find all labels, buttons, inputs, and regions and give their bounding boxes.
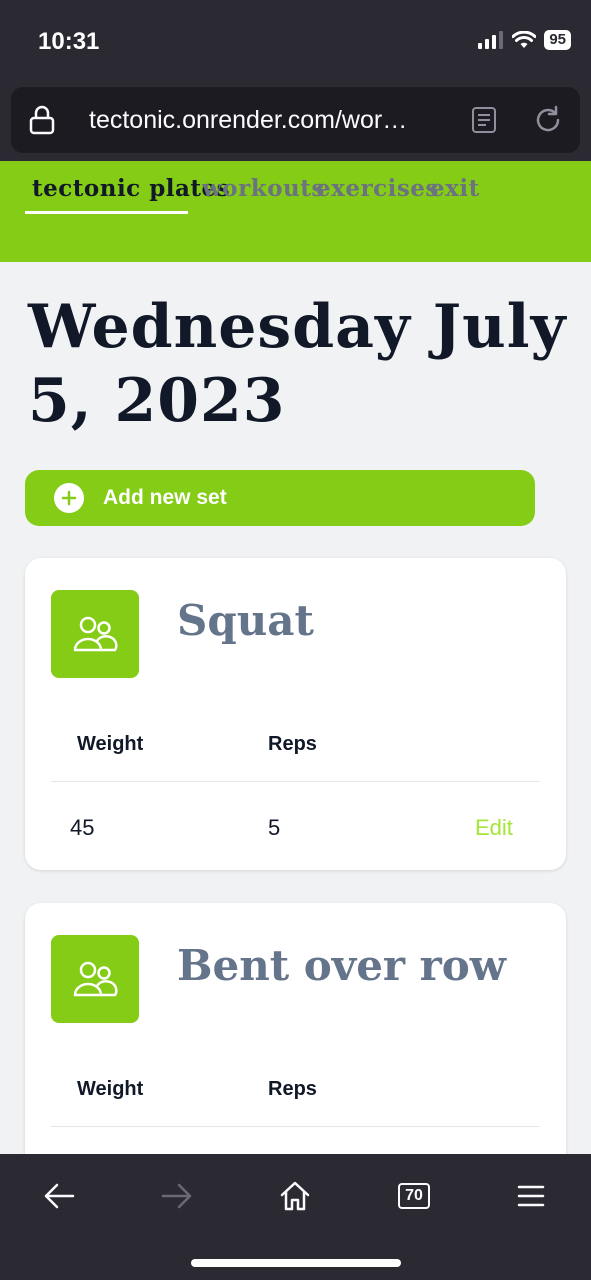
table-divider bbox=[51, 1126, 540, 1127]
site-nav: tectonic plates workouts exercises exit bbox=[0, 161, 591, 262]
active-nav-underline bbox=[25, 211, 188, 214]
exercise-card: Squat Weight Reps 45 5 Edit bbox=[25, 558, 566, 870]
table-divider bbox=[51, 781, 540, 782]
users-icon bbox=[51, 590, 139, 678]
reader-mode-icon[interactable] bbox=[471, 106, 497, 134]
set-reps: 5 bbox=[268, 815, 281, 840]
home-icon bbox=[280, 1181, 310, 1211]
signal-icon bbox=[478, 31, 504, 49]
nav-link-workouts[interactable]: workouts bbox=[202, 175, 325, 202]
plus-circle-icon bbox=[54, 483, 84, 513]
page-title: Wednesday July 5, 2023 bbox=[28, 292, 567, 436]
status-time: 10:31 bbox=[38, 28, 100, 55]
tabs-button[interactable]: 70 bbox=[392, 1174, 436, 1218]
home-indicator bbox=[191, 1259, 401, 1267]
url-bar[interactable]: tectonic.onrender.com/wor… bbox=[11, 87, 580, 153]
back-icon bbox=[44, 1183, 75, 1209]
forward-icon bbox=[161, 1183, 192, 1209]
set-weight: 45 bbox=[70, 815, 95, 840]
add-new-set-button[interactable]: Add new set bbox=[25, 470, 535, 526]
battery-indicator: 95 bbox=[544, 30, 571, 50]
column-header-weight: Weight bbox=[77, 1078, 144, 1100]
home-button[interactable] bbox=[273, 1174, 317, 1218]
menu-icon bbox=[517, 1185, 545, 1207]
status-icons: 95 bbox=[478, 30, 571, 50]
column-header-reps: Reps bbox=[268, 1078, 317, 1100]
column-header-reps: Reps bbox=[268, 733, 317, 755]
lock-icon[interactable] bbox=[29, 105, 55, 135]
edit-set-link[interactable]: Edit bbox=[475, 815, 513, 841]
back-button[interactable] bbox=[37, 1174, 81, 1218]
tabs-icon: 70 bbox=[398, 1183, 430, 1209]
add-new-set-label: Add new set bbox=[103, 486, 227, 509]
url-text[interactable]: tectonic.onrender.com/wor… bbox=[89, 106, 407, 135]
exercise-name: Squat bbox=[177, 596, 314, 645]
wifi-icon bbox=[512, 31, 537, 48]
menu-button[interactable] bbox=[509, 1174, 553, 1218]
forward-button[interactable] bbox=[155, 1174, 199, 1218]
nav-link-exit[interactable]: exit bbox=[430, 175, 480, 202]
users-icon bbox=[51, 935, 139, 1023]
nav-brand-link[interactable]: tectonic plates bbox=[32, 175, 230, 202]
exercise-name: Bent over row bbox=[177, 941, 506, 990]
nav-link-exercises[interactable]: exercises bbox=[316, 175, 439, 202]
browser-chrome: 10:31 95 tectonic.onrender.com/wor… bbox=[0, 0, 591, 161]
reload-icon[interactable] bbox=[533, 105, 563, 135]
column-header-weight: Weight bbox=[77, 733, 144, 755]
